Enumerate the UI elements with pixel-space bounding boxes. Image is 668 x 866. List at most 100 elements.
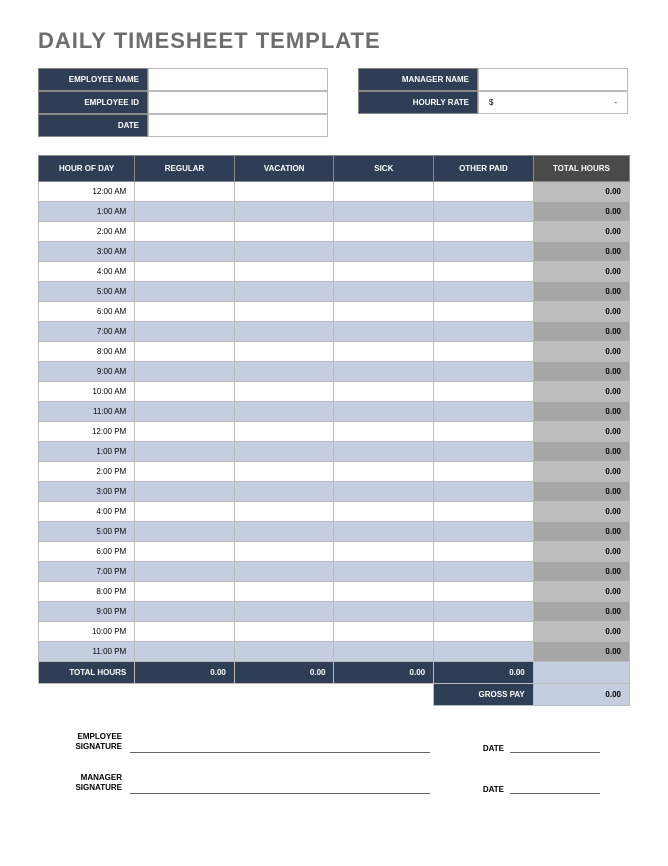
regular-cell[interactable]	[135, 562, 235, 582]
vacation-cell[interactable]	[234, 202, 334, 222]
sick-cell[interactable]	[334, 342, 434, 362]
other-cell[interactable]	[434, 302, 534, 322]
regular-cell[interactable]	[135, 462, 235, 482]
sick-cell[interactable]	[334, 302, 434, 322]
other-cell[interactable]	[434, 262, 534, 282]
regular-cell[interactable]	[135, 222, 235, 242]
vacation-cell[interactable]	[234, 462, 334, 482]
other-cell[interactable]	[434, 322, 534, 342]
regular-cell[interactable]	[135, 642, 235, 662]
sick-cell[interactable]	[334, 622, 434, 642]
vacation-cell[interactable]	[234, 322, 334, 342]
date-input[interactable]	[148, 114, 328, 137]
vacation-cell[interactable]	[234, 402, 334, 422]
sick-cell[interactable]	[334, 502, 434, 522]
vacation-cell[interactable]	[234, 642, 334, 662]
other-cell[interactable]	[434, 642, 534, 662]
other-cell[interactable]	[434, 242, 534, 262]
vacation-cell[interactable]	[234, 242, 334, 262]
vacation-cell[interactable]	[234, 622, 334, 642]
regular-cell[interactable]	[135, 482, 235, 502]
other-cell[interactable]	[434, 462, 534, 482]
emp-sig-date-line[interactable]	[510, 739, 600, 753]
regular-cell[interactable]	[135, 502, 235, 522]
other-cell[interactable]	[434, 422, 534, 442]
other-cell[interactable]	[434, 622, 534, 642]
regular-cell[interactable]	[135, 342, 235, 362]
sick-cell[interactable]	[334, 202, 434, 222]
regular-cell[interactable]	[135, 542, 235, 562]
other-cell[interactable]	[434, 522, 534, 542]
regular-cell[interactable]	[135, 382, 235, 402]
mgr-sig-date-line[interactable]	[510, 780, 600, 794]
vacation-cell[interactable]	[234, 502, 334, 522]
sick-cell[interactable]	[334, 482, 434, 502]
regular-cell[interactable]	[135, 622, 235, 642]
vacation-cell[interactable]	[234, 282, 334, 302]
other-cell[interactable]	[434, 502, 534, 522]
other-cell[interactable]	[434, 282, 534, 302]
sick-cell[interactable]	[334, 562, 434, 582]
mgr-signature-line[interactable]	[130, 780, 430, 794]
vacation-cell[interactable]	[234, 222, 334, 242]
sick-cell[interactable]	[334, 422, 434, 442]
vacation-cell[interactable]	[234, 542, 334, 562]
vacation-cell[interactable]	[234, 382, 334, 402]
vacation-cell[interactable]	[234, 522, 334, 542]
sick-cell[interactable]	[334, 602, 434, 622]
regular-cell[interactable]	[135, 242, 235, 262]
regular-cell[interactable]	[135, 362, 235, 382]
sick-cell[interactable]	[334, 242, 434, 262]
emp-name-input[interactable]	[148, 68, 328, 91]
regular-cell[interactable]	[135, 602, 235, 622]
sick-cell[interactable]	[334, 402, 434, 422]
regular-cell[interactable]	[135, 302, 235, 322]
sick-cell[interactable]	[334, 362, 434, 382]
regular-cell[interactable]	[135, 282, 235, 302]
sick-cell[interactable]	[334, 522, 434, 542]
regular-cell[interactable]	[135, 262, 235, 282]
sick-cell[interactable]	[334, 462, 434, 482]
other-cell[interactable]	[434, 382, 534, 402]
regular-cell[interactable]	[135, 522, 235, 542]
regular-cell[interactable]	[135, 422, 235, 442]
vacation-cell[interactable]	[234, 262, 334, 282]
other-cell[interactable]	[434, 342, 534, 362]
vacation-cell[interactable]	[234, 562, 334, 582]
sick-cell[interactable]	[334, 182, 434, 202]
other-cell[interactable]	[434, 442, 534, 462]
other-cell[interactable]	[434, 202, 534, 222]
sick-cell[interactable]	[334, 442, 434, 462]
vacation-cell[interactable]	[234, 342, 334, 362]
vacation-cell[interactable]	[234, 582, 334, 602]
vacation-cell[interactable]	[234, 422, 334, 442]
other-cell[interactable]	[434, 542, 534, 562]
regular-cell[interactable]	[135, 202, 235, 222]
sick-cell[interactable]	[334, 222, 434, 242]
sick-cell[interactable]	[334, 382, 434, 402]
emp-id-input[interactable]	[148, 91, 328, 114]
mgr-name-input[interactable]	[478, 68, 628, 91]
vacation-cell[interactable]	[234, 442, 334, 462]
sick-cell[interactable]	[334, 582, 434, 602]
regular-cell[interactable]	[135, 322, 235, 342]
emp-signature-line[interactable]	[130, 739, 430, 753]
other-cell[interactable]	[434, 602, 534, 622]
hourly-rate-input[interactable]: $ -	[478, 91, 628, 114]
other-cell[interactable]	[434, 582, 534, 602]
sick-cell[interactable]	[334, 542, 434, 562]
sick-cell[interactable]	[334, 262, 434, 282]
other-cell[interactable]	[434, 222, 534, 242]
other-cell[interactable]	[434, 482, 534, 502]
vacation-cell[interactable]	[234, 182, 334, 202]
vacation-cell[interactable]	[234, 602, 334, 622]
regular-cell[interactable]	[135, 442, 235, 462]
regular-cell[interactable]	[135, 402, 235, 422]
sick-cell[interactable]	[334, 642, 434, 662]
sick-cell[interactable]	[334, 282, 434, 302]
other-cell[interactable]	[434, 562, 534, 582]
other-cell[interactable]	[434, 182, 534, 202]
regular-cell[interactable]	[135, 182, 235, 202]
regular-cell[interactable]	[135, 582, 235, 602]
other-cell[interactable]	[434, 362, 534, 382]
